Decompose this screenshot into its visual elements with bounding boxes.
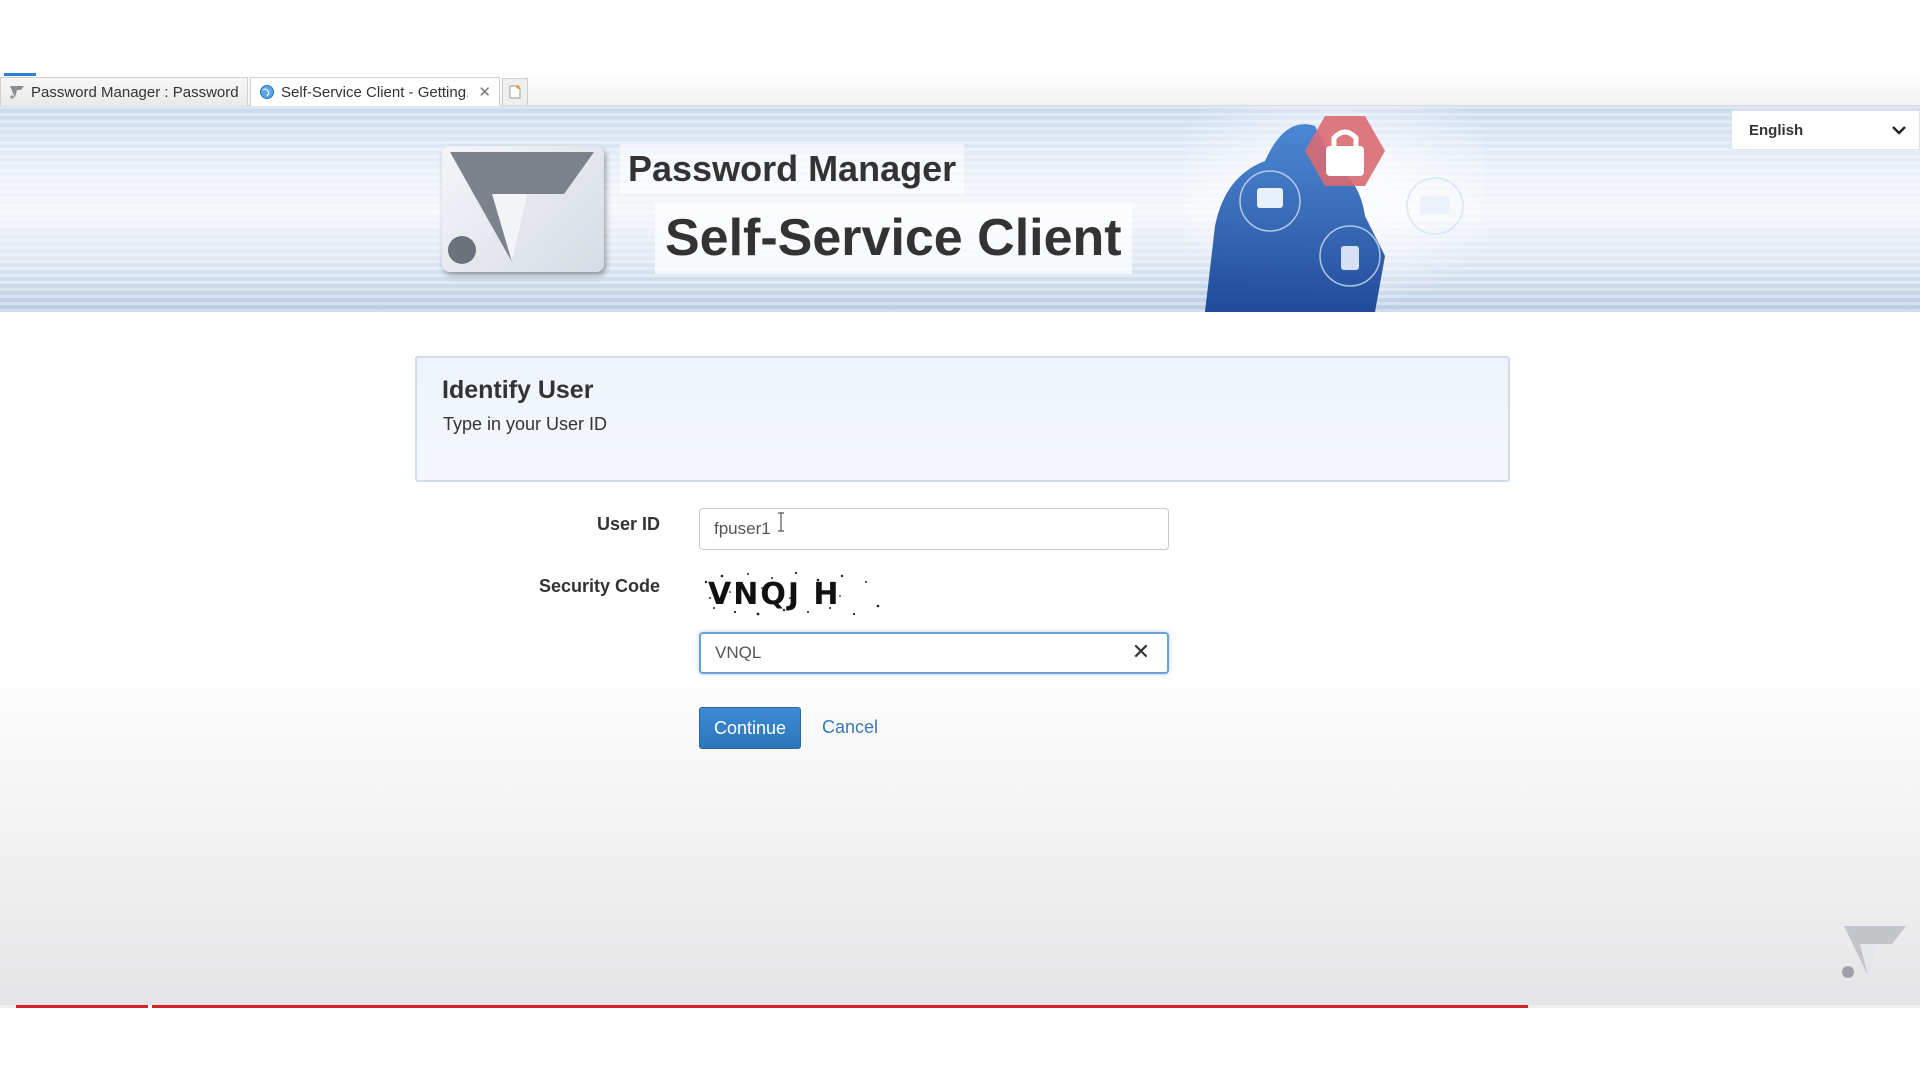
progress-marker [148,1005,152,1008]
text-cursor-icon [778,512,784,532]
close-tab-icon[interactable]: ✕ [478,83,491,101]
security-code-label: Security Code [538,576,660,596]
user-id-label: User ID [596,514,660,534]
page: Password Manager : Password ... Self-Ser… [0,0,1920,1080]
panel-heading: Identify User [442,376,594,404]
browser-tab-strip: Password Manager : Password ... Self-Ser… [0,72,1920,106]
progress-fill [16,1005,1528,1008]
app-title: Password Manager [620,144,965,194]
header-banner: Password Manager Self-Service Client [0,106,1920,312]
chevron-down-icon [1892,126,1906,135]
user-id-input[interactable] [699,508,1169,550]
language-select-value: English [1749,121,1804,139]
tab-title: Self-Service Client - Getting... [281,83,469,101]
new-tab-icon [509,85,521,99]
active-tab-indicator [4,73,36,76]
security-illustration [1185,106,1485,312]
continue-button[interactable]: Continue [699,707,801,749]
identify-user-panel: Identify User Type in your User ID [415,356,1510,482]
watermark-logo [1842,926,1906,978]
captcha-image: VNQJ H [700,568,888,620]
new-tab-button[interactable] [502,78,528,105]
tab-password-manager[interactable]: Password Manager : Password ... [0,77,248,106]
language-select[interactable]: English [1731,110,1920,150]
clear-input-icon[interactable]: ✕ [1130,639,1152,664]
security-code-input[interactable] [699,632,1169,674]
app-logo-icon [9,85,25,99]
cancel-link[interactable]: Cancel [822,717,878,738]
panel-instruction: Type in your User ID [443,414,608,434]
tab-self-service-client[interactable]: Self-Service Client - Getting... ✕ [250,77,500,106]
video-progress-bar[interactable] [0,1005,1920,1008]
globe-icon [259,84,275,100]
product-logo [442,146,604,272]
app-subtitle: Self-Service Client [655,202,1132,274]
tab-title: Password Manager : Password ... [31,83,239,101]
captcha-text: VNQJ H [708,577,841,612]
